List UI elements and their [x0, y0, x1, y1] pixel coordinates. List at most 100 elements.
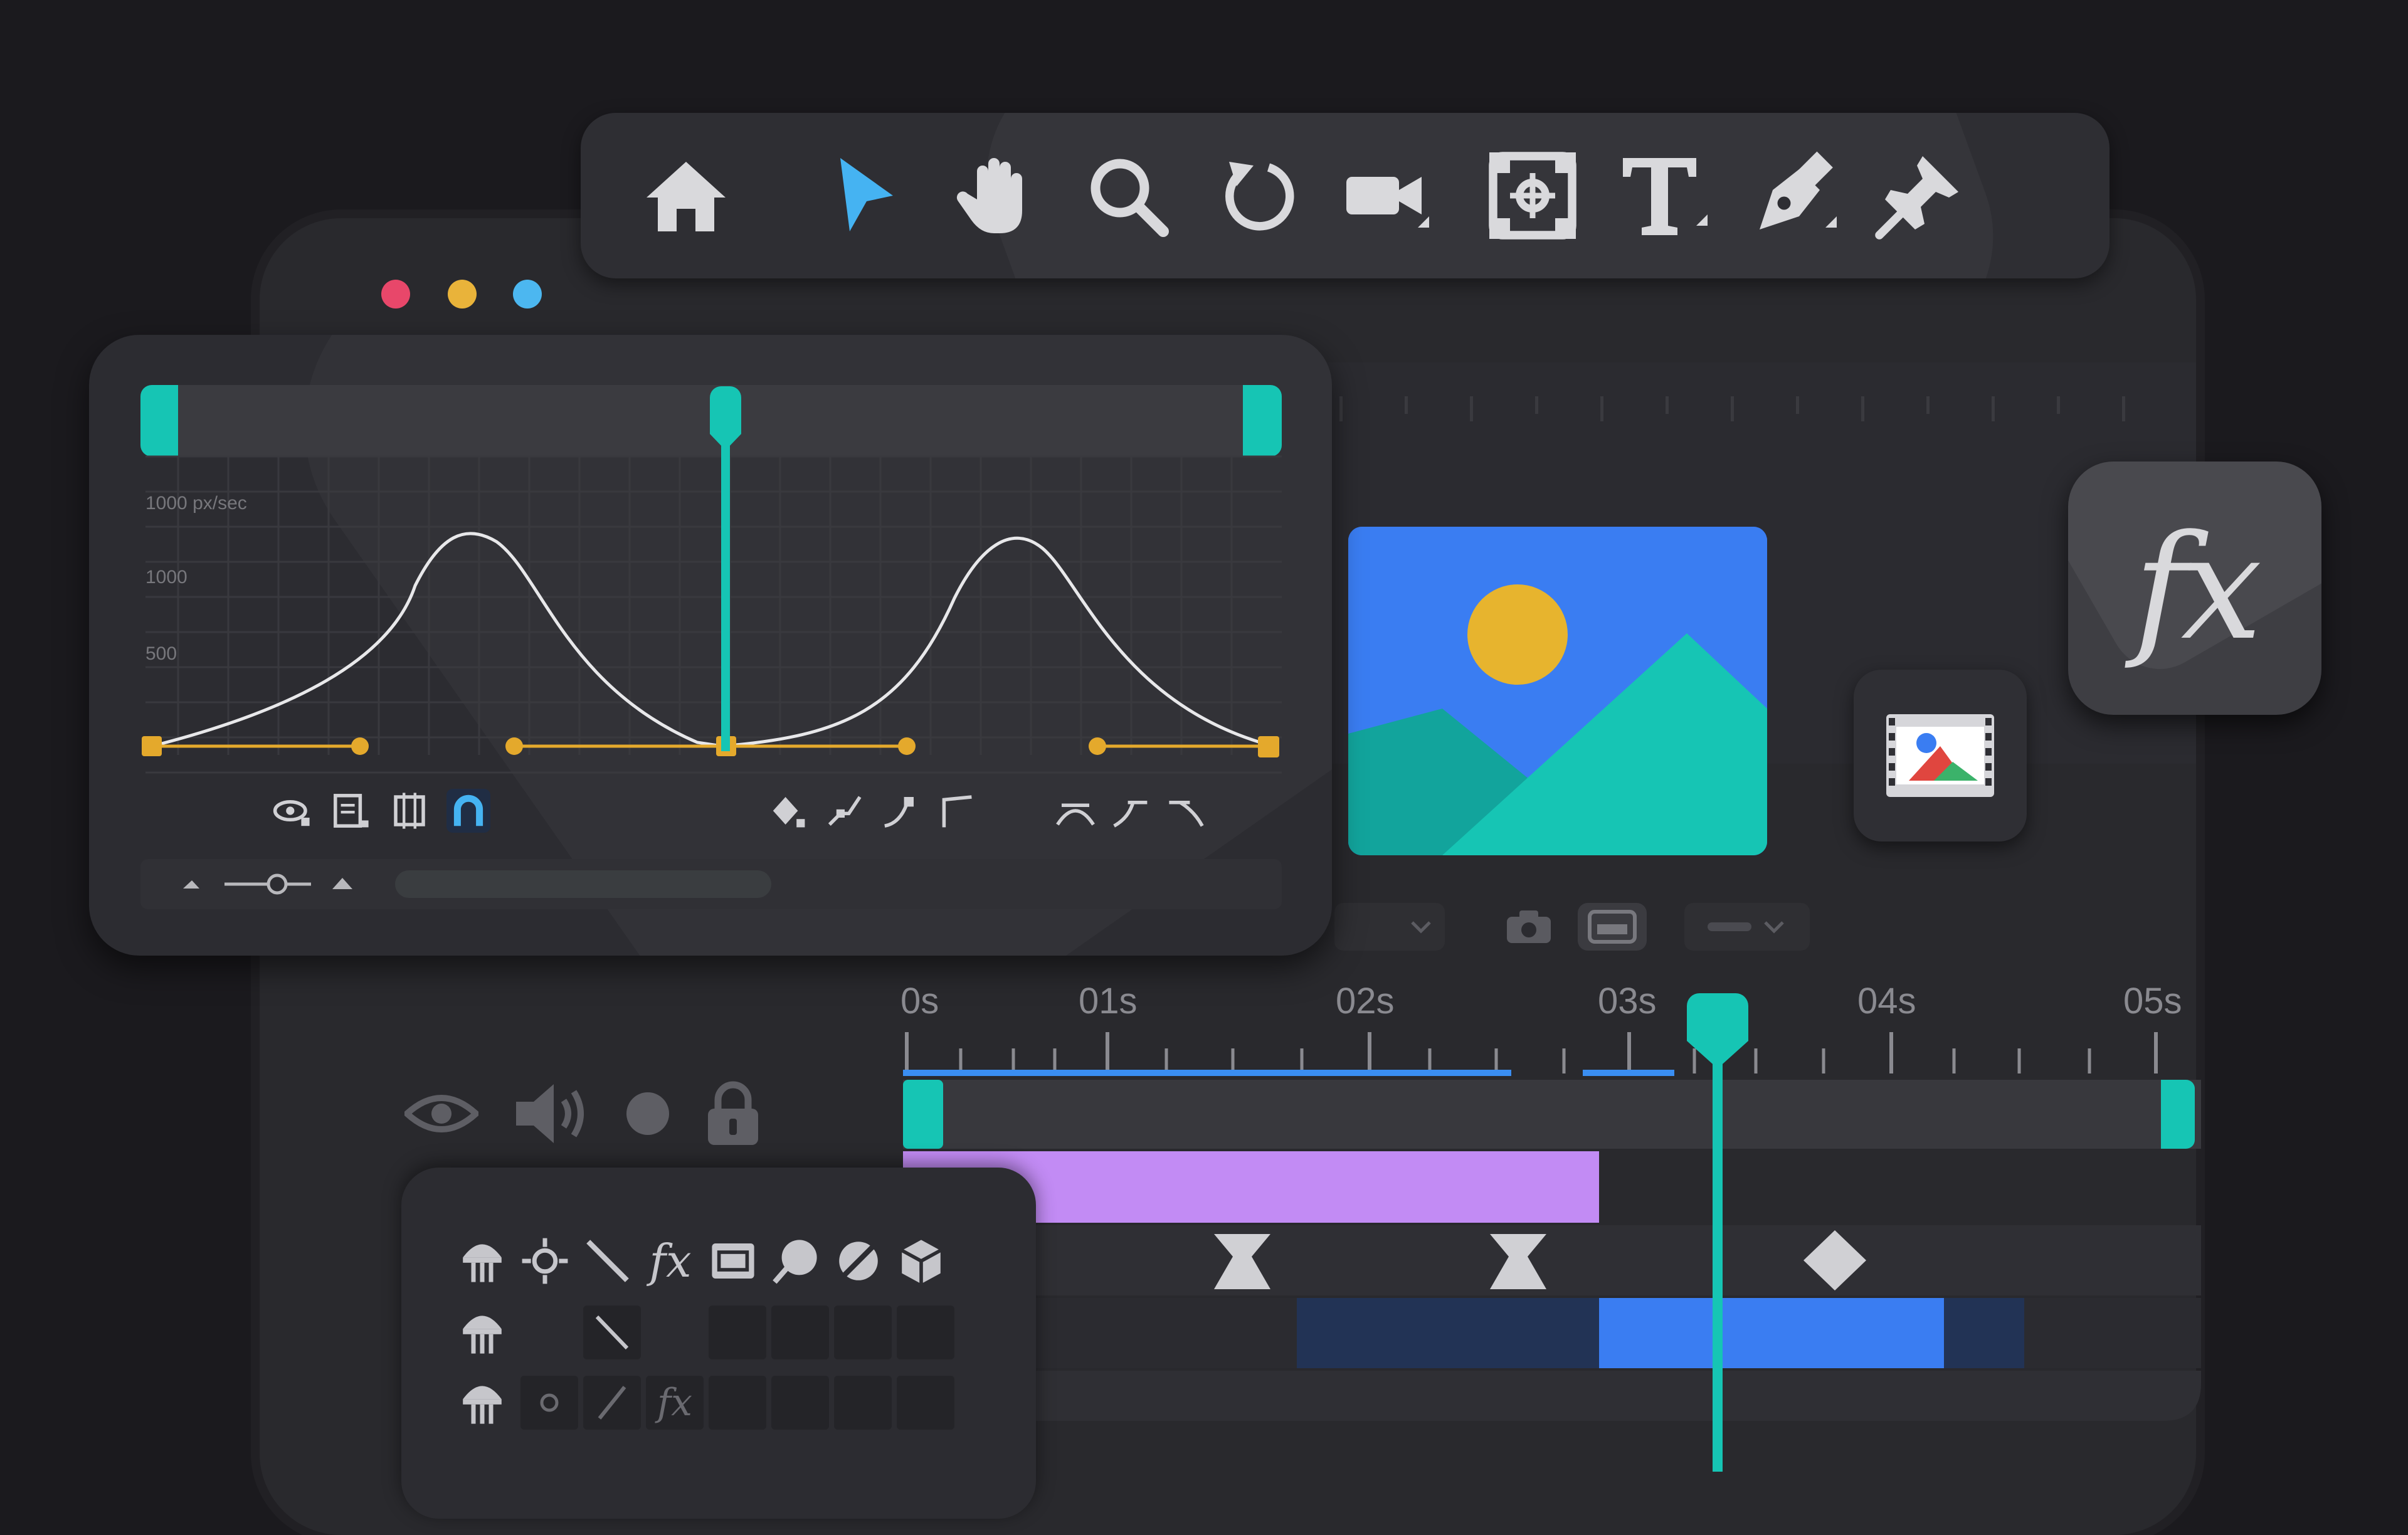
fit-icon	[334, 794, 369, 828]
rotate-tool-button[interactable]	[1204, 140, 1314, 251]
speaker-icon	[516, 1084, 584, 1143]
3d-layer-switch[interactable]	[893, 1233, 949, 1289]
ruler-tick	[1861, 396, 1864, 421]
time-label: 04s	[1857, 981, 1916, 1021]
ease-out-button[interactable]	[1165, 789, 1209, 833]
switch-cell[interactable]	[583, 1306, 641, 1359]
switch-cell[interactable]	[709, 1376, 766, 1430]
switch-cell[interactable]	[583, 1376, 641, 1430]
zoom-tool-button[interactable]	[1072, 140, 1183, 251]
shy-switch[interactable]	[454, 1304, 510, 1361]
eye-icon	[273, 799, 310, 826]
shy-icon	[463, 1244, 502, 1282]
lock-icon	[708, 1081, 758, 1145]
frame-blend-switch[interactable]	[705, 1233, 761, 1289]
fit-selection-button[interactable]	[329, 789, 372, 833]
time-label: 02s	[1336, 981, 1395, 1021]
switch-cell[interactable]: fx	[646, 1376, 704, 1430]
motion-blur-switch[interactable]	[768, 1233, 824, 1289]
switch-cell[interactable]	[771, 1376, 829, 1430]
graph-eye-button[interactable]	[270, 789, 314, 833]
switch-cell[interactable]	[520, 1376, 578, 1430]
ruler-tick	[1470, 396, 1473, 421]
convert-vertex-button[interactable]	[823, 789, 867, 833]
collapse-icon	[540, 1393, 559, 1412]
quality-icon	[595, 1315, 629, 1350]
anchor-point-tool-button[interactable]	[1477, 140, 1588, 251]
ruler-tick	[1666, 396, 1669, 414]
easy-ease-button[interactable]	[1054, 789, 1097, 833]
maximize-window-button[interactable]	[513, 280, 542, 309]
ease-out-icon	[1169, 801, 1204, 827]
corner-icon	[942, 795, 972, 828]
collapse-switch[interactable]	[517, 1233, 573, 1289]
home-icon	[647, 162, 726, 231]
adjustment-layer-switch[interactable]	[830, 1233, 887, 1289]
graph-canvas[interactable]	[89, 335, 1332, 956]
time-label: 0s	[900, 981, 939, 1021]
ruler-tick	[1600, 396, 1603, 421]
media-film-icon	[1886, 714, 1994, 797]
ruler-tick	[1926, 396, 1930, 414]
switch-cell[interactable]	[897, 1306, 954, 1359]
snap-button[interactable]	[446, 789, 490, 833]
graph-y-label: 500	[145, 643, 177, 664]
snapshot-camera-button[interactable]	[1499, 903, 1559, 951]
switch-cell[interactable]	[834, 1376, 892, 1430]
switch-cell[interactable]	[771, 1306, 829, 1359]
resolution-dropdown[interactable]	[1334, 903, 1445, 951]
graph-y-label: 1000	[145, 567, 187, 588]
fx-label: fx	[649, 1235, 692, 1287]
close-window-button[interactable]	[381, 280, 410, 309]
media-tile[interactable]	[1854, 670, 2027, 841]
keyframe-icon	[773, 797, 805, 828]
camera-tool-button[interactable]	[1331, 140, 1441, 251]
collapse-icon	[522, 1238, 568, 1284]
snapshot-camera-icon	[1507, 910, 1551, 943]
lock-toggle[interactable]	[704, 1076, 763, 1151]
corner-button[interactable]	[933, 789, 977, 833]
ease-icon	[884, 797, 914, 828]
ruler-tick	[1731, 396, 1734, 421]
hand-tool-button[interactable]	[941, 140, 1051, 251]
snap-magnet-icon	[453, 794, 483, 826]
keyframe-button[interactable]	[766, 789, 810, 833]
selection-tool-button[interactable]	[808, 140, 918, 251]
graph-editor-panel: 1000 px/sec 1000 500	[89, 335, 1332, 956]
visibility-toggle[interactable]	[404, 1076, 479, 1151]
pen-icon	[1760, 151, 1837, 229]
quality-icon	[586, 1240, 629, 1282]
switch-cell[interactable]	[834, 1306, 892, 1359]
shy-icon	[463, 1386, 502, 1424]
layer-switches-panel: fx fx	[401, 1168, 1036, 1519]
effects-tile[interactable]: fx	[2068, 462, 2321, 715]
ease-in-button[interactable]	[1109, 789, 1153, 833]
puppet-pin-tool-button[interactable]	[1864, 140, 1974, 251]
easy-ease-icon	[1056, 803, 1095, 826]
switch-cell[interactable]	[897, 1376, 954, 1430]
chevron-down-icon	[1411, 921, 1431, 934]
effects-switch[interactable]: fx	[642, 1233, 699, 1289]
shy-switch[interactable]	[454, 1374, 510, 1431]
shy-switch[interactable]	[454, 1233, 510, 1289]
resolution-full-dropdown[interactable]	[1684, 903, 1810, 951]
audio-toggle[interactable]	[509, 1076, 597, 1151]
tools-toolbar	[581, 113, 2110, 278]
graph-y-label: 1000 px/sec	[145, 493, 247, 514]
time-label: 01s	[1079, 981, 1138, 1021]
pin-icon	[1875, 156, 1958, 240]
solo-toggle[interactable]	[625, 1076, 671, 1151]
fit-all-button[interactable]	[388, 789, 431, 833]
pen-tool-button[interactable]	[1738, 140, 1849, 251]
type-tool-button[interactable]	[1609, 140, 1719, 251]
show-snapshot-icon	[1588, 910, 1637, 944]
ease-button[interactable]	[878, 789, 922, 833]
switch-cell[interactable]	[709, 1306, 766, 1359]
home-button[interactable]	[631, 140, 741, 251]
composition-preview-image[interactable]	[1348, 527, 1767, 855]
show-snapshot-button[interactable]	[1578, 903, 1647, 951]
video-camera-icon	[1346, 177, 1429, 228]
ruler-tick	[1339, 396, 1343, 421]
minimize-window-button[interactable]	[448, 280, 477, 309]
quality-switch[interactable]	[579, 1233, 636, 1289]
